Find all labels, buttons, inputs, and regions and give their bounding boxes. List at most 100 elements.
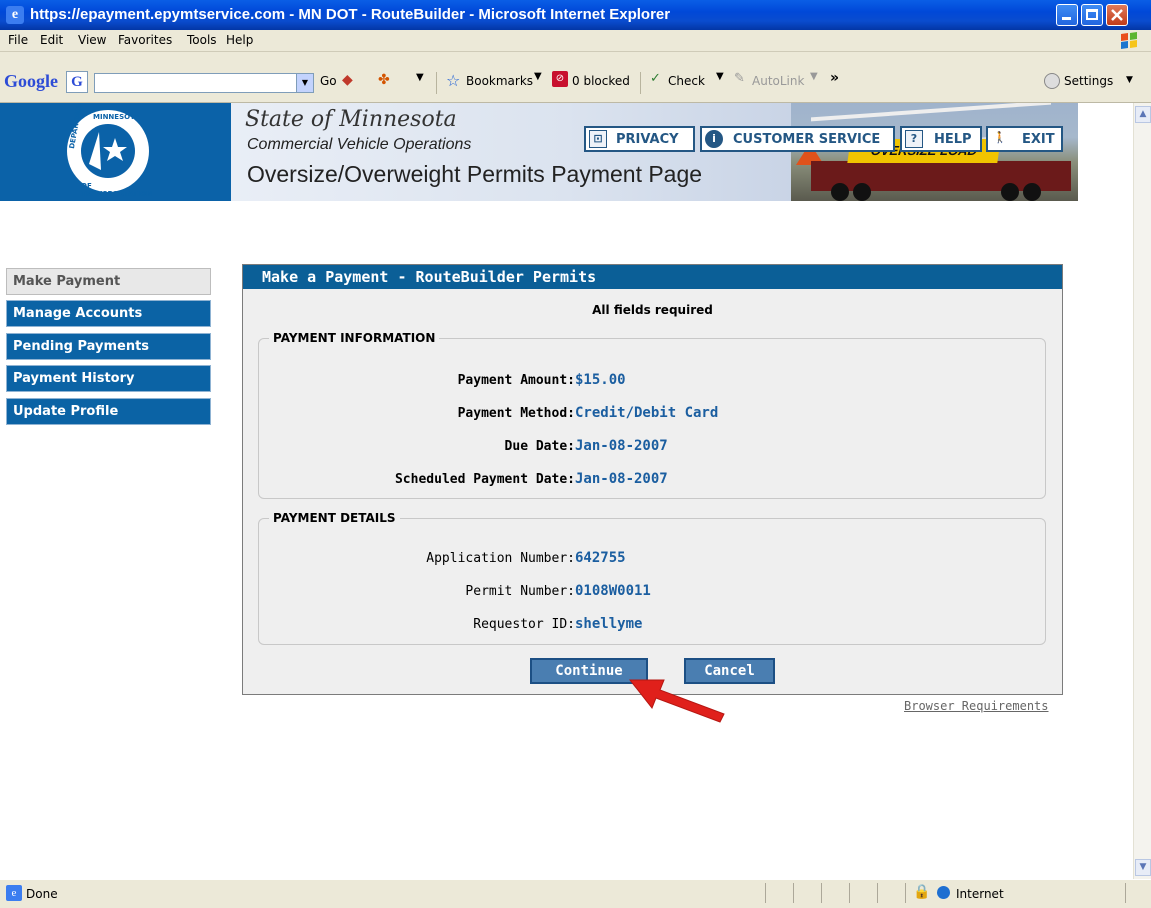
payment-amount-row: Payment Amount: $15.00 [259, 371, 1045, 391]
minimize-button[interactable] [1056, 4, 1078, 26]
sidebar-item-label: Manage Accounts [13, 306, 143, 321]
menu-edit[interactable]: Edit [40, 33, 63, 47]
sidebar-item-manage-accounts[interactable]: Manage Accounts [6, 300, 211, 327]
sidebar-item-payment-history[interactable]: Payment History [6, 365, 211, 392]
privacy-label: PRIVACY [616, 132, 679, 147]
more-chevron-icon[interactable]: » [830, 70, 839, 86]
banner-title-area: State of Minnesota Commercial Vehicle Op… [231, 103, 791, 201]
payment-method-value: Credit/Debit Card [575, 405, 719, 421]
scheduled-date-row: Scheduled Payment Date: Jan-08-2007 [259, 470, 1045, 490]
panel-header: Make a Payment - RouteBuilder Permits [243, 265, 1062, 289]
requestor-id-row: Requestor ID: shellyme [259, 615, 1045, 635]
panel-title: Make a Payment - RouteBuilder Permits [262, 268, 597, 286]
close-icon [1111, 9, 1123, 21]
vertical-scrollbar[interactable]: ▲ ▼ [1133, 103, 1151, 879]
lock-icon: ⊡ [589, 130, 607, 148]
menu-tools[interactable]: Tools [187, 33, 217, 47]
sidebar-item-update-profile[interactable]: Update Profile [6, 398, 211, 425]
bookmarks-star-icon[interactable]: ☆ [446, 71, 460, 90]
section-legend: PAYMENT DETAILS [269, 511, 400, 525]
field-label: Requestor ID: [473, 617, 575, 632]
chevron-down-icon[interactable]: ▼ [296, 74, 313, 92]
autolink-icon: ✎ [734, 71, 745, 86]
oversize-load-photo: OVERSIZE LOAD [791, 103, 1078, 201]
window-title: https://epayment.epymtservice.com - MN D… [30, 6, 671, 23]
payment-amount-value: $15.00 [575, 372, 626, 388]
privacy-button[interactable]: ⊡ PRIVACY [584, 126, 695, 152]
lock-secure-icon[interactable]: 🔒 [913, 884, 930, 900]
sidebar-item-label: Payment History [13, 371, 135, 386]
page-done-icon: e [6, 885, 22, 901]
news-icon[interactable]: ✤ [378, 72, 390, 88]
check-chevron-icon: ▼ [716, 71, 724, 82]
autolink-chevron-icon: ▼ [810, 71, 818, 82]
sidebar-item-label: Update Profile [13, 404, 119, 419]
application-number-row: Application Number: 642755 [259, 549, 1045, 569]
security-zone-text: Internet [956, 887, 1004, 901]
sidebar-item-pending-payments[interactable]: Pending Payments [6, 333, 211, 360]
menu-bar: File Edit View Favorites Tools Help [0, 30, 1151, 52]
exit-button[interactable]: 🚶 EXIT [986, 126, 1063, 152]
maximize-button[interactable] [1081, 4, 1103, 26]
close-button[interactable] [1106, 4, 1128, 26]
popup-blocker-icon[interactable]: ⊘ [552, 71, 568, 87]
page-title: Oversize/Overweight Permits Payment Page [247, 161, 703, 187]
google-search-input[interactable]: ▼ [94, 73, 314, 93]
exit-door-icon: 🚶 [993, 131, 1007, 144]
field-label: Payment Method: [457, 406, 575, 421]
section-legend: PAYMENT INFORMATION [269, 331, 440, 345]
help-icon: ? [905, 130, 923, 148]
options-chevron-icon[interactable]: ▼ [416, 72, 424, 83]
browser-requirements-link[interactable]: Browser Requirements [904, 699, 1049, 713]
internet-explorer-icon: e [6, 6, 24, 24]
bookmarks-button[interactable]: Bookmarks [466, 74, 533, 88]
google-g-icon[interactable]: G [66, 71, 88, 93]
menu-view[interactable]: View [78, 33, 106, 47]
application-number-value: 642755 [575, 550, 626, 566]
page-viewport: MINNESOTA DEPARTMENT OF TRANSPORTATION S… [0, 103, 1133, 879]
autolink-button[interactable]: AutoLink [752, 74, 804, 88]
exit-label: EXIT [1022, 132, 1055, 147]
payment-method-row: Payment Method: Credit/Debit Card [259, 404, 1045, 424]
state-name: State of Minnesota [245, 107, 457, 132]
payment-information-section: PAYMENT INFORMATION Payment Amount: $15.… [258, 331, 1046, 499]
scroll-down-icon[interactable]: ▼ [1135, 859, 1151, 876]
pagerank-icon[interactable]: ◆ [342, 72, 353, 88]
mndot-logo-area: MINNESOTA DEPARTMENT OF TRANSPORTATION [0, 103, 231, 201]
go-button[interactable]: Go [320, 74, 337, 88]
help-label: HELP [934, 132, 972, 147]
seal-text-bottom: OF TRANSPORTATION [81, 182, 152, 198]
customer-service-button[interactable]: i CUSTOMER SERVICE [700, 126, 895, 152]
settings-icon[interactable] [1044, 73, 1060, 89]
status-bar: e Done 🔒 Internet [0, 879, 1151, 908]
red-arrow-annotation [628, 679, 725, 723]
menu-file[interactable]: File [8, 33, 28, 47]
spellcheck-icon[interactable]: ✓ [650, 71, 661, 86]
truck-wheel [853, 183, 871, 201]
info-icon: i [705, 130, 723, 148]
scroll-up-icon[interactable]: ▲ [1135, 106, 1151, 123]
help-button[interactable]: ? HELP [900, 126, 982, 152]
menu-favorites[interactable]: Favorites [118, 33, 172, 47]
windows-logo-icon [1121, 32, 1137, 49]
google-brand-text: Google [4, 71, 58, 91]
program-name: Commercial Vehicle Operations [247, 136, 472, 153]
star-arrow-icon [89, 132, 127, 170]
sidebar-item-label: Make Payment [13, 274, 121, 289]
menu-help[interactable]: Help [226, 33, 253, 47]
banner-right-space [1078, 103, 1133, 201]
required-note: All fields required [592, 303, 713, 317]
sidebar-item-make-payment[interactable]: Make Payment [6, 268, 211, 295]
settings-button[interactable]: Settings [1064, 74, 1113, 88]
popup-blocked-count[interactable]: 0 blocked [572, 74, 630, 88]
truck-wheel [1001, 183, 1019, 201]
truck-wheel [831, 183, 849, 201]
permit-number-value: 0108W0011 [575, 583, 651, 599]
field-label: Permit Number: [465, 584, 575, 599]
check-button[interactable]: Check [668, 74, 705, 88]
field-label: Application Number: [426, 551, 575, 566]
requestor-id-value: shellyme [575, 616, 643, 632]
scheduled-date-value: Jan-08-2007 [575, 471, 668, 487]
field-label: Scheduled Payment Date: [394, 472, 575, 487]
truck-wheel [1023, 183, 1041, 201]
